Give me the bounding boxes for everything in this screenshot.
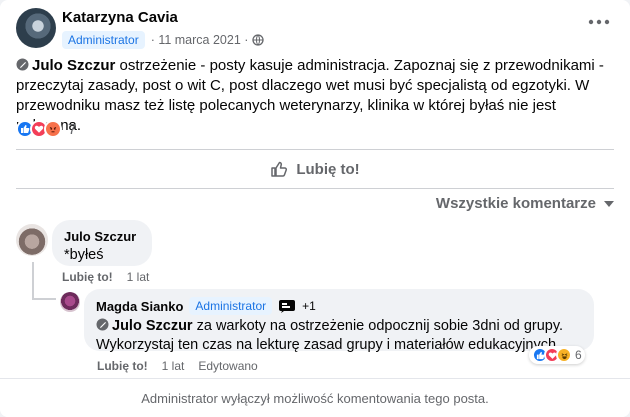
thumbs-up-icon bbox=[271, 161, 288, 177]
haha-icon bbox=[556, 347, 572, 363]
like-button-label: Lubię to! bbox=[296, 160, 360, 178]
angry-icon bbox=[44, 120, 62, 138]
comment-time[interactable]: 1 lat bbox=[127, 270, 150, 284]
commenter-avatar[interactable] bbox=[16, 224, 48, 256]
reply-avatar[interactable] bbox=[60, 292, 80, 312]
post-author-name[interactable]: Katarzyna Cavia bbox=[62, 9, 178, 26]
reply-reaction-count: 6 bbox=[575, 348, 582, 362]
comment-like-button[interactable]: Lubię to! bbox=[62, 270, 113, 284]
author-avatar[interactable] bbox=[16, 8, 56, 48]
moderated-user-link[interactable]: Julo Szczur bbox=[112, 318, 193, 334]
comment-author[interactable]: Julo Szczur bbox=[64, 229, 136, 244]
reply-bubble: Magda Sianko Administrator +1 Julo Szczu… bbox=[84, 289, 594, 353]
admin-badge[interactable]: Administrator bbox=[62, 31, 145, 49]
comments-filter-label: Wszystkie komentarze bbox=[435, 195, 596, 212]
moderator-icon bbox=[16, 58, 29, 71]
comment-actions: Lubię to! 1 lat bbox=[62, 270, 163, 284]
thread-line bbox=[32, 298, 56, 300]
globe-icon bbox=[252, 34, 265, 46]
post-text: Julo Szczur ostrzeżenie - posty kasuje a… bbox=[16, 56, 616, 136]
edited-label[interactable]: Edytowano bbox=[198, 359, 257, 373]
conversation-starter-icon[interactable] bbox=[278, 299, 296, 313]
post-reactions[interactable]: 7 bbox=[16, 120, 76, 138]
divider bbox=[16, 149, 614, 150]
moderator-icon bbox=[96, 318, 109, 331]
comment-bubble: Julo Szczur *byłeś bbox=[52, 220, 152, 266]
post-card: Katarzyna Cavia Administrator · 11 marca… bbox=[0, 0, 630, 417]
post-date[interactable]: · 11 marca 2021 · bbox=[151, 33, 249, 47]
chevron-down-icon bbox=[604, 200, 614, 207]
extra-badges-count[interactable]: +1 bbox=[302, 299, 316, 313]
comments-disabled-notice: Administrator wyłączył możliwość komento… bbox=[0, 378, 630, 417]
reply-header: Magda Sianko Administrator +1 bbox=[96, 297, 582, 315]
reply-reactions[interactable]: 6 bbox=[529, 346, 585, 364]
reply-like-button[interactable]: Lubię to! bbox=[97, 359, 148, 373]
comments-filter-dropdown[interactable]: Wszystkie komentarze bbox=[436, 195, 614, 212]
reaction-count: 7 bbox=[68, 120, 77, 138]
more-options-icon[interactable] bbox=[588, 18, 610, 26]
reply-author[interactable]: Magda Sianko bbox=[96, 299, 183, 314]
like-button[interactable]: Lubię to! bbox=[16, 152, 614, 186]
divider bbox=[16, 188, 614, 189]
moderated-user-link[interactable]: Julo Szczur bbox=[32, 57, 115, 74]
reply-time[interactable]: 1 lat bbox=[162, 359, 185, 373]
admin-badge[interactable]: Administrator bbox=[189, 297, 273, 315]
reply-text: Julo Szczur za warkoty na ostrzeżenie od… bbox=[96, 317, 582, 355]
reply-actions: Lubię to! 1 lat Edytowano bbox=[97, 359, 272, 373]
post-meta: Administrator · 11 marca 2021 · bbox=[62, 31, 265, 49]
comment-text: *byłeś bbox=[64, 247, 104, 263]
thread-line bbox=[32, 262, 34, 300]
comments-disabled-text: Administrator wyłączył możliwość komento… bbox=[141, 390, 489, 406]
